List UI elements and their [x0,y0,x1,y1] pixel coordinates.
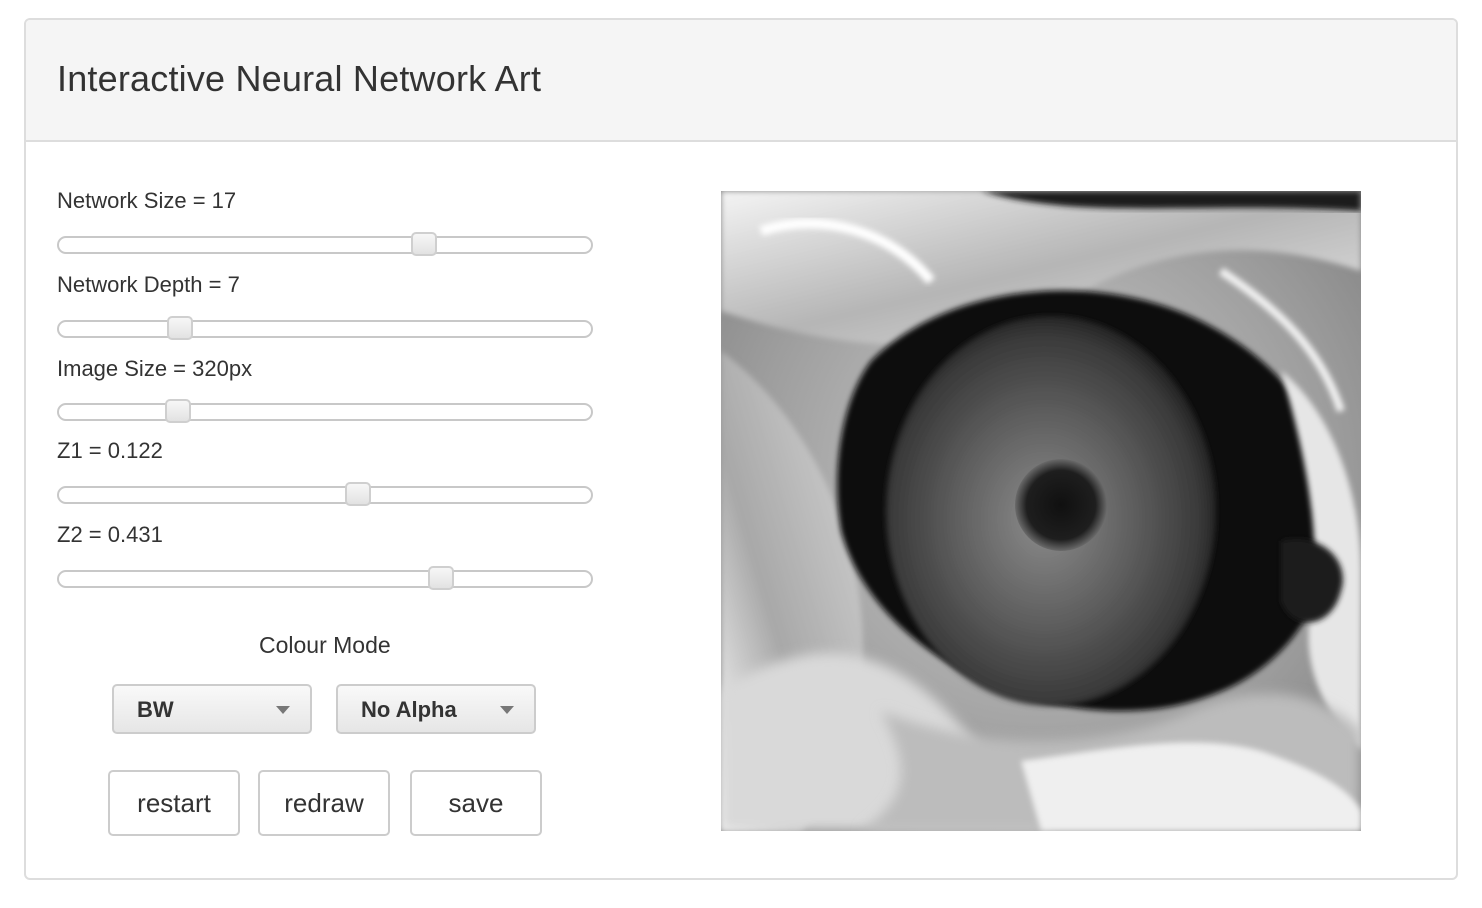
alpha-mode-select[interactable]: No Alpha [336,684,536,734]
slider-track[interactable] [57,403,593,421]
save-button[interactable]: save [410,770,542,836]
colour-mode-select[interactable]: BW [112,684,312,734]
network-size-label: Network Size = 17 [57,188,237,213]
slider-thumb[interactable] [166,316,193,340]
colour-mode-value: BW [137,697,174,722]
redraw-button[interactable]: redraw [258,770,390,836]
z1-label: Z1 = 0.122 [57,438,163,463]
image-size-slider[interactable] [57,399,593,423]
panel-heading: Interactive Neural Network Art [26,20,1456,142]
slider-thumb[interactable] [410,232,437,256]
art-svg [721,191,1361,831]
z2-label: Z2 = 0.431 [57,522,163,547]
main-panel: Interactive Neural Network Art Network S… [24,18,1458,880]
z1-slider[interactable] [57,482,593,506]
z2-slider[interactable] [57,566,593,590]
image-size-label: Image Size = 320px [57,356,253,381]
slider-thumb[interactable] [164,399,191,423]
slider-track[interactable] [57,570,593,588]
slider-thumb[interactable] [345,482,372,506]
alpha-mode-value: No Alpha [361,697,457,722]
network-depth-label: Network Depth = 7 [57,272,240,297]
slider-track[interactable] [57,236,593,254]
restart-button[interactable]: restart [108,770,240,836]
colour-mode-label: Colour Mode [259,632,391,658]
chevron-down-icon [500,706,514,714]
network-depth-slider[interactable] [57,316,593,340]
network-size-slider[interactable] [57,232,593,256]
slider-track[interactable] [57,486,593,504]
generated-art-image [721,191,1361,831]
slider-track[interactable] [57,320,593,338]
slider-thumb[interactable] [428,566,455,590]
page-title: Interactive Neural Network Art [57,58,542,99]
chevron-down-icon [276,706,290,714]
